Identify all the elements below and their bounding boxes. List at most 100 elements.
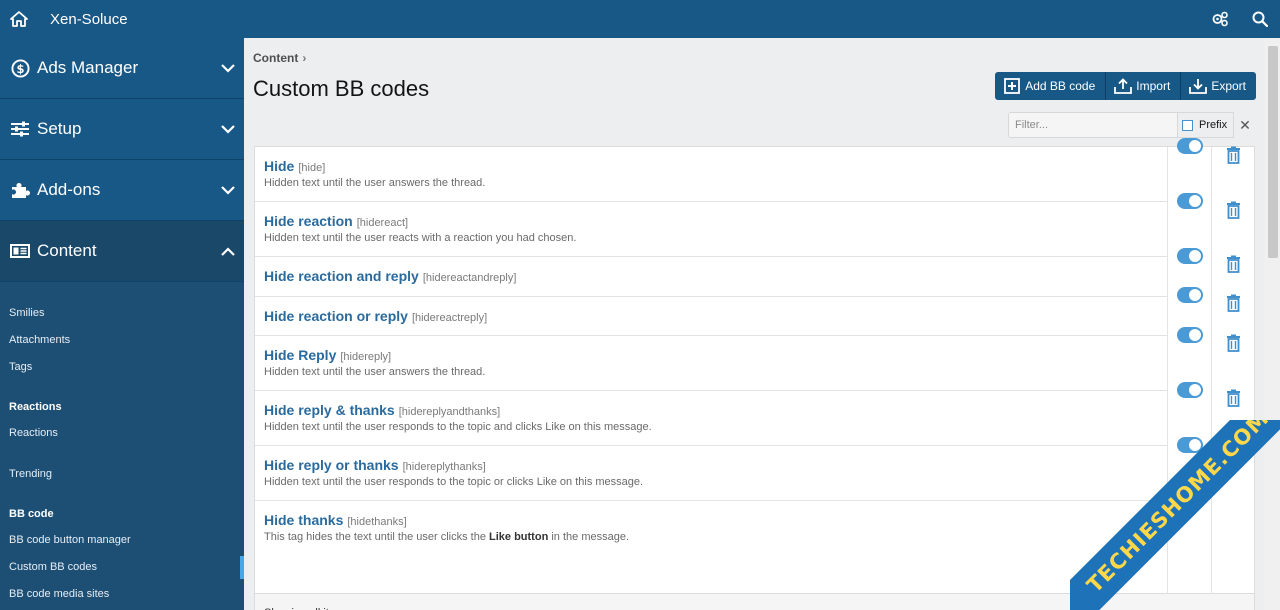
sidebar-item-trending[interactable]: Trending (0, 461, 244, 488)
scrollbar-thumb[interactable] (1268, 46, 1278, 258)
enable-toggle[interactable] (1177, 193, 1203, 209)
list-item[interactable]: Hide reply or thanks [hidereplythanks] Hi… (255, 446, 1167, 501)
gears-icon[interactable] (1200, 0, 1240, 38)
item-description: Hidden text until the user responds to t… (264, 421, 652, 433)
site-brand[interactable]: Xen-Soluce (50, 11, 128, 28)
trash-icon[interactable] (1225, 254, 1241, 274)
item-title[interactable]: Hide thanks [hidethanks] (264, 512, 1167, 528)
export-label: Export (1211, 79, 1246, 93)
sidebar-section-add-ons[interactable]: Add-ons (0, 160, 244, 221)
item-title-text[interactable]: Hide Reply (264, 347, 336, 363)
item-tag: [hidereact] (356, 217, 409, 229)
item-tag: [hidethanks] (347, 516, 407, 528)
trash-icon[interactable] (1225, 388, 1241, 408)
trash-icon[interactable] (1225, 293, 1241, 313)
dollar-circle-icon: $ (10, 58, 30, 78)
sidebar-section-setup[interactable]: Setup (0, 99, 244, 160)
item-tag: [hidereplyandthanks] (398, 406, 501, 418)
sidebar-section-ads-manager[interactable]: $ Ads Manager (0, 38, 244, 99)
plus-square-icon (1003, 77, 1021, 95)
sidebar-item-tags[interactable]: Tags (0, 354, 244, 381)
list-item[interactable]: Hide [hide] Hidden text until the user an… (255, 147, 1167, 202)
image-list-icon (10, 241, 30, 261)
list-item[interactable]: Hide thanks [hidethanks] This tag hides t… (255, 501, 1167, 556)
watermark-text: TECHIESHOME.COM (1082, 420, 1274, 598)
download-tray-icon (1189, 77, 1208, 95)
sidebar-nav: Smilies Attachments Tags Reactions React… (0, 282, 244, 608)
import-button[interactable]: Import (1106, 72, 1182, 100)
item-tag: [hidereplythanks] (402, 461, 486, 473)
sidebar-section-label: Content (37, 241, 97, 260)
action-buttons: Add BB code Import Export (995, 72, 1256, 100)
checkbox-icon[interactable] (1182, 119, 1193, 131)
breadcrumb-content[interactable]: Content (253, 51, 298, 65)
item-title[interactable]: Hide [hide] (264, 158, 1167, 174)
chevron-down-icon (220, 182, 236, 198)
watermark: TECHIESHOME.COM (1070, 420, 1280, 610)
chevron-down-icon (220, 60, 236, 76)
sidebar-item-custom-bb-codes[interactable]: Custom BB codes (0, 554, 244, 581)
sidebar-item-smilies[interactable]: Smilies (0, 300, 244, 327)
trash-icon[interactable] (1225, 200, 1241, 220)
item-title[interactable]: Hide reaction [hidereact] (264, 213, 1167, 229)
watermark-ribbon: TECHIESHOME.COM (1070, 420, 1280, 610)
item-description: Hidden text until the user answers the t… (264, 366, 486, 378)
clear-filter-icon[interactable]: ✕ (1234, 112, 1256, 138)
puzzle-icon (10, 180, 30, 200)
sidebar-item-bb-code-media-sites[interactable]: BB code media sites (0, 581, 244, 608)
prefix-checkbox[interactable]: Prefix (1178, 112, 1234, 138)
page-title: Custom BB codes (253, 76, 430, 101)
item-tag: [hidereply] (340, 351, 392, 363)
chevron-down-icon (220, 121, 236, 137)
list-item[interactable]: Hide reaction and reply [hidereactandrepl… (255, 257, 1167, 297)
item-title-text[interactable]: Hide reaction (264, 213, 353, 229)
sidebar-section-label: Add-ons (37, 180, 101, 199)
add-bb-code-button[interactable]: Add BB code (995, 72, 1107, 100)
list-item[interactable]: Hide reaction [hidereact] Hidden text unt… (255, 202, 1167, 257)
enable-toggle[interactable] (1177, 287, 1203, 303)
home-icon[interactable] (0, 0, 38, 38)
enable-toggle[interactable] (1177, 327, 1203, 343)
item-tag: [hide] (298, 162, 326, 174)
sidebar-item-bb-code-button-manager[interactable]: BB code button manager (0, 527, 244, 554)
sidebar-item-attachments[interactable]: Attachments (0, 327, 244, 354)
list-item[interactable]: Hide Reply [hidereply] Hidden text until … (255, 336, 1167, 391)
enable-toggle[interactable] (1177, 248, 1203, 264)
breadcrumb-chevron-icon: › (302, 51, 307, 65)
item-title-text[interactable]: Hide reply or thanks (264, 457, 399, 473)
list-item[interactable]: Hide reaction or reply [hidereactreply] (255, 297, 1167, 336)
trash-icon[interactable] (1225, 333, 1241, 353)
item-description: Hidden text until the user reacts with a… (264, 232, 577, 244)
item-tag: [hidereactreply] (411, 312, 488, 324)
sliders-icon (10, 119, 30, 139)
filter-input[interactable]: Filter... (1008, 112, 1178, 138)
item-title[interactable]: Hide Reply [hidereply] (264, 347, 1167, 363)
item-title[interactable]: Hide reaction or reply [hidereactreply] (264, 308, 1167, 324)
item-title-text[interactable]: Hide reaction and reply (264, 268, 419, 284)
list-item[interactable]: Hide reply & thanks [hidereplyandthanks] … (255, 391, 1167, 446)
item-title[interactable]: Hide reply or thanks [hidereplythanks] (264, 457, 1167, 473)
item-title[interactable]: Hide reaction and reply [hidereactandrepl… (264, 268, 1167, 284)
enable-toggle[interactable] (1177, 382, 1203, 398)
desc-text: in the message. (548, 531, 630, 543)
search-icon[interactable] (1240, 0, 1280, 38)
item-title-text[interactable]: Hide (264, 158, 294, 174)
export-button[interactable]: Export (1181, 72, 1256, 100)
item-description: This tag hides the text until the user c… (264, 531, 1167, 543)
breadcrumb[interactable]: Content › (253, 51, 306, 65)
item-title-text[interactable]: Hide thanks (264, 512, 343, 528)
sidebar: $ Ads Manager Setup Add-ons Content Smil… (0, 38, 244, 610)
item-title-text[interactable]: Hide reaction or reply (264, 308, 408, 324)
prefix-label: Prefix (1199, 119, 1228, 131)
sidebar-item-reactions[interactable]: Reactions (0, 420, 244, 447)
sidebar-section-label: Setup (37, 119, 82, 138)
enable-toggle[interactable] (1177, 138, 1203, 154)
sidebar-section-content[interactable]: Content (0, 221, 244, 282)
item-title[interactable]: Hide reply & thanks [hidereplyandthanks] (264, 402, 1167, 418)
item-description: Hidden text until the user responds to t… (264, 476, 644, 488)
trash-icon[interactable] (1225, 145, 1241, 165)
item-title-text[interactable]: Hide reply & thanks (264, 402, 395, 418)
import-label: Import (1136, 79, 1171, 93)
